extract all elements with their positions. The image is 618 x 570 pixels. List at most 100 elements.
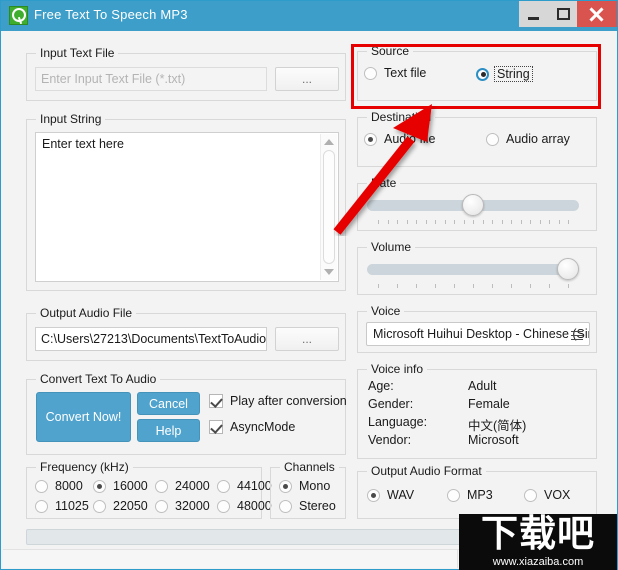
asyncmode-label: AsyncMode xyxy=(230,420,296,434)
destination-group: Destination Audio file Audio array xyxy=(357,110,597,167)
radio-dot xyxy=(367,488,380,502)
voice-info-value-language: 中文(简体) xyxy=(468,419,527,433)
input-string-textarea[interactable]: Enter text here xyxy=(35,132,339,282)
voice-info-label-age: Age: xyxy=(368,379,394,393)
frequency-label-8000: 8000 xyxy=(55,479,83,493)
channels-group: Channels Mono Stereo xyxy=(270,460,346,519)
voice-selected-value: Microsoft Huihui Desktop - Chinese (Sir xyxy=(373,327,590,341)
cancel-button[interactable]: Cancel xyxy=(137,392,200,415)
frequency-label-16000: 16000 xyxy=(113,479,148,493)
destination-label-audio-file: Audio file xyxy=(384,132,436,146)
frequency-option-16000[interactable]: 16000 xyxy=(93,479,148,493)
site-watermark: 下载吧 www.xiazaiba.com xyxy=(459,512,617,570)
frequency-option-48000[interactable]: 48000 xyxy=(217,499,272,513)
radio-dot xyxy=(364,66,377,80)
voice-info-label-language: Language: xyxy=(368,415,428,429)
voice-info-label-vendor: Vendor: xyxy=(368,433,412,447)
destination-option-audio-file[interactable]: Audio file xyxy=(364,132,435,146)
output-audio-file-caption: Output Audio File xyxy=(36,306,137,320)
frequency-label-48000: 48000 xyxy=(237,499,272,513)
input-text-file-caption: Input Text File xyxy=(36,46,119,60)
scroll-down-arrow-icon[interactable] xyxy=(324,269,334,275)
input-string-group: Input String Enter text here xyxy=(26,112,346,291)
input-string-text: Enter text here xyxy=(42,137,124,151)
rate-slider[interactable] xyxy=(367,194,579,226)
input-text-file-input[interactable]: Enter Input Text File (*.txt) xyxy=(35,67,267,91)
watermark-url: www.xiazaiba.com xyxy=(492,556,584,568)
watermark-text: 下载吧 xyxy=(481,512,595,555)
frequency-caption: Frequency (kHz) xyxy=(36,460,133,474)
input-text-file-browse-button[interactable]: ... xyxy=(275,67,339,91)
title-bar: Free Text To Speech MP3 xyxy=(1,1,617,31)
dropdown-list-icon xyxy=(571,331,583,343)
voice-info-caption: Voice info xyxy=(367,362,428,376)
convert-group: Convert Text To Audio Convert Now! Cance… xyxy=(26,372,347,455)
rate-slider-ticks xyxy=(367,220,579,225)
play-after-conversion-label: Play after conversion xyxy=(230,394,347,408)
destination-caption: Destination xyxy=(367,110,436,124)
frequency-group: Frequency (kHz) 8000 16000 24000 44100 1… xyxy=(26,460,272,519)
frequency-option-44100[interactable]: 44100 xyxy=(217,479,272,493)
voice-info-value-gender: Female xyxy=(468,397,510,411)
channels-option-mono[interactable]: Mono xyxy=(279,479,330,493)
frequency-option-8000[interactable]: 8000 xyxy=(35,479,83,493)
output-audio-file-browse-button[interactable]: ... xyxy=(275,327,339,351)
source-label-string: String xyxy=(494,66,533,82)
source-group: Source Text file String xyxy=(357,44,597,101)
volume-caption: Volume xyxy=(367,240,416,254)
source-label-text-file: Text file xyxy=(384,66,427,80)
frequency-option-11025[interactable]: 11025 xyxy=(35,499,89,513)
rate-group: Rate xyxy=(357,176,597,231)
radio-dot xyxy=(476,67,489,81)
minimize-button[interactable] xyxy=(519,1,549,27)
frequency-label-22050: 22050 xyxy=(113,499,148,513)
checkbox-box xyxy=(209,394,223,408)
scrollbar-thumb[interactable] xyxy=(323,150,335,264)
volume-slider-ticks xyxy=(367,284,579,289)
close-button[interactable] xyxy=(577,1,617,27)
voice-select[interactable]: Microsoft Huihui Desktop - Chinese (Sir xyxy=(366,322,590,346)
radio-dot xyxy=(524,488,537,502)
voice-info-label-gender: Gender: xyxy=(368,397,414,411)
destination-option-audio-array[interactable]: Audio array xyxy=(486,132,570,146)
asyncmode-checkbox[interactable]: AsyncMode xyxy=(209,420,295,434)
source-option-string[interactable]: String xyxy=(476,66,533,82)
source-option-text-file[interactable]: Text file xyxy=(364,66,426,80)
voice-group: Voice Microsoft Huihui Desktop - Chinese… xyxy=(357,304,597,353)
checkbox-box xyxy=(209,420,223,434)
destination-label-audio-array: Audio array xyxy=(506,132,570,146)
output-format-option-wav[interactable]: WAV xyxy=(367,488,414,502)
voice-info-value-age: Adult xyxy=(468,379,497,393)
channels-caption: Channels xyxy=(280,460,339,474)
scroll-up-arrow-icon[interactable] xyxy=(324,139,334,145)
voice-caption: Voice xyxy=(367,304,405,318)
convert-group-caption: Convert Text To Audio xyxy=(36,372,161,386)
convert-now-button[interactable]: Convert Now! xyxy=(36,392,131,442)
radio-dot xyxy=(364,132,377,146)
radio-dot xyxy=(447,488,460,502)
channels-option-stereo[interactable]: Stereo xyxy=(279,499,336,513)
input-string-caption: Input String xyxy=(36,112,106,126)
frequency-label-32000: 32000 xyxy=(175,499,210,513)
frequency-option-22050[interactable]: 22050 xyxy=(93,499,148,513)
voice-info-value-vendor: Microsoft xyxy=(468,433,519,447)
volume-slider-track[interactable] xyxy=(367,264,579,275)
volume-slider-thumb[interactable] xyxy=(557,258,579,280)
output-format-option-vox[interactable]: VOX xyxy=(524,488,570,502)
rate-slider-thumb[interactable] xyxy=(462,194,484,216)
frequency-label-24000: 24000 xyxy=(175,479,210,493)
volume-slider[interactable] xyxy=(367,258,579,290)
frequency-option-24000[interactable]: 24000 xyxy=(155,479,210,493)
volume-group: Volume xyxy=(357,240,597,295)
output-format-option-mp3[interactable]: MP3 xyxy=(447,488,493,502)
input-string-scrollbar[interactable] xyxy=(320,134,337,280)
output-audio-file-input[interactable]: C:\Users\27213\Documents\TextToAudio.w xyxy=(35,327,267,351)
output-audio-format-caption: Output Audio Format xyxy=(367,464,486,478)
source-caption: Source xyxy=(367,44,414,58)
maximize-button[interactable] xyxy=(549,1,577,27)
output-format-label-wav: WAV xyxy=(387,488,415,502)
help-button[interactable]: Help xyxy=(137,419,200,442)
frequency-option-32000[interactable]: 32000 xyxy=(155,499,210,513)
play-after-conversion-checkbox[interactable]: Play after conversion xyxy=(209,394,347,408)
voice-info-group: Voice info Age: Adult Gender: Female Lan… xyxy=(357,362,597,459)
